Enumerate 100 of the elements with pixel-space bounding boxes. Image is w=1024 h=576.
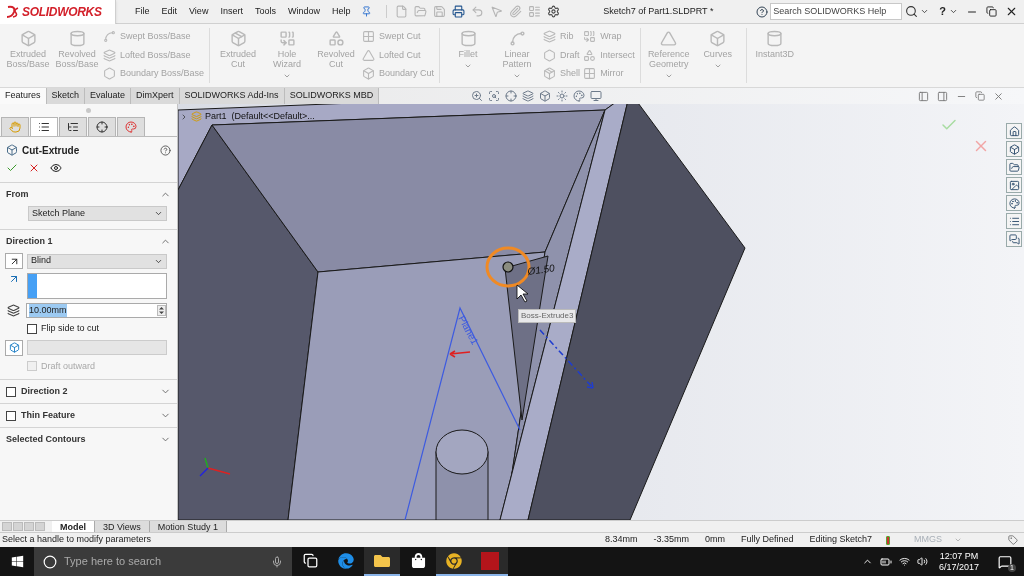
panel-left-icon[interactable] bbox=[918, 90, 929, 102]
menu-item[interactable]: File bbox=[130, 4, 155, 19]
taskbar-folder-button[interactable] bbox=[364, 547, 400, 576]
speaker-icon[interactable] bbox=[916, 556, 928, 567]
tab[interactable]: Motion Study 1 bbox=[149, 520, 227, 533]
shapes-icon bbox=[327, 30, 345, 47]
combine-icon bbox=[583, 30, 597, 44]
search-field[interactable]: Search SOLIDWORKS Help bbox=[770, 3, 903, 20]
microphone-icon[interactable] bbox=[271, 555, 283, 568]
section-header[interactable]: Thin Feature bbox=[0, 404, 177, 427]
section-title: From bbox=[6, 187, 29, 201]
sun-icon[interactable] bbox=[556, 90, 569, 102]
crosshair-icon[interactable] bbox=[505, 90, 518, 102]
search-icon[interactable] bbox=[905, 5, 919, 18]
draft-angle-field[interactable] bbox=[27, 340, 167, 355]
preview-icon[interactable] bbox=[50, 162, 62, 174]
caret-icon bbox=[664, 72, 673, 80]
tab[interactable]: Model bbox=[52, 520, 95, 533]
shopping-bag-icon bbox=[410, 553, 426, 568]
checkbox[interactable] bbox=[27, 323, 37, 334]
chat-icon bbox=[1008, 233, 1020, 245]
picture-icon bbox=[1008, 179, 1020, 191]
status-field: 0mm bbox=[704, 533, 725, 547]
caret-icon[interactable] bbox=[920, 7, 930, 16]
search-input[interactable]: Type here to search bbox=[64, 553, 264, 570]
layers-icon[interactable] bbox=[522, 90, 535, 102]
task-pane-button[interactable] bbox=[1006, 123, 1022, 139]
traffic-light-icon bbox=[886, 535, 890, 545]
cube-icon bbox=[8, 342, 20, 353]
menu-item[interactable]: Help bbox=[326, 4, 356, 19]
package-icon bbox=[543, 67, 557, 81]
taskbar-browser-button[interactable] bbox=[436, 547, 472, 576]
list-icon bbox=[38, 121, 50, 133]
cancel-icon[interactable] bbox=[28, 162, 40, 174]
panel-tab[interactable] bbox=[59, 117, 87, 136]
print-icon[interactable] bbox=[452, 5, 466, 18]
section-header[interactable]: Direction 1 bbox=[0, 230, 177, 253]
clock-date[interactable]: 6/17/2017 bbox=[938, 561, 979, 573]
ok-icon[interactable] bbox=[6, 162, 18, 174]
help-button[interactable]: ? bbox=[939, 3, 946, 20]
help-icon[interactable] bbox=[160, 144, 171, 156]
caret-icon bbox=[283, 72, 292, 80]
box-icon bbox=[709, 30, 727, 47]
taskbar-app-button[interactable] bbox=[472, 547, 508, 576]
spinner-icon[interactable] bbox=[157, 305, 166, 316]
zoom-icon[interactable] bbox=[471, 90, 484, 102]
draft-button[interactable] bbox=[5, 339, 23, 356]
tab[interactable]: DimXpert bbox=[131, 88, 180, 104]
taskbar-search-field[interactable]: Type here to search bbox=[34, 547, 292, 576]
paperclip-icon[interactable] bbox=[509, 5, 523, 18]
task-pane-button[interactable] bbox=[1006, 177, 1022, 193]
panel-tab[interactable] bbox=[30, 117, 58, 136]
tab[interactable]: Evaluate bbox=[85, 88, 132, 104]
cylinder-icon bbox=[68, 30, 86, 47]
section-header[interactable]: Selected Contours bbox=[0, 428, 177, 451]
close-icon[interactable] bbox=[1005, 5, 1018, 18]
settings-icon[interactable] bbox=[547, 5, 561, 18]
zoom-area-icon[interactable] bbox=[488, 90, 501, 102]
tab[interactable]: 3D Views bbox=[95, 520, 150, 533]
depth-field[interactable]: 10.00mm bbox=[26, 303, 167, 318]
caret-icon[interactable] bbox=[949, 7, 958, 16]
task-pane-button[interactable] bbox=[1006, 231, 1022, 247]
tag-icon[interactable] bbox=[1008, 535, 1018, 545]
task-pane-button[interactable] bbox=[1006, 195, 1022, 211]
clock-time[interactable]: 12:07 PM bbox=[939, 550, 979, 562]
tab[interactable]: SOLIDWORKS Add-Ins bbox=[179, 88, 285, 104]
tooltip: Boss-Extrude3 bbox=[518, 309, 577, 323]
help-icon[interactable] bbox=[756, 5, 769, 18]
battery-icon[interactable] bbox=[879, 555, 892, 568]
checkbox[interactable] bbox=[6, 410, 16, 421]
menu-item[interactable]: Edit bbox=[156, 4, 183, 19]
task-pane-button[interactable] bbox=[1006, 213, 1022, 229]
task-pane-button[interactable] bbox=[1006, 159, 1022, 175]
checkbox[interactable] bbox=[6, 386, 16, 397]
wifi-icon[interactable] bbox=[898, 556, 910, 567]
reverse-direction-button[interactable] bbox=[5, 253, 23, 269]
palette-icon[interactable] bbox=[573, 90, 586, 102]
tree-flyout-item[interactable]: Part1 (Default<<Default>... bbox=[205, 110, 315, 124]
section-header[interactable]: Direction 2 bbox=[0, 380, 177, 403]
restore-icon[interactable] bbox=[975, 91, 985, 101]
cube-icon[interactable] bbox=[539, 90, 552, 102]
pin-icon[interactable] bbox=[361, 6, 373, 17]
menu-item[interactable]: Tools bbox=[249, 4, 281, 19]
section-header[interactable]: From bbox=[0, 183, 177, 206]
restore-icon[interactable] bbox=[986, 6, 997, 17]
tab[interactable]: Features bbox=[0, 88, 47, 104]
panel-right-icon[interactable] bbox=[937, 90, 948, 102]
monitor-icon[interactable] bbox=[590, 90, 603, 102]
dropdown-field[interactable]: Sketch Plane bbox=[28, 206, 167, 221]
logo-text: SOLIDWORKS bbox=[22, 3, 102, 21]
menu-item[interactable]: Insert bbox=[215, 4, 248, 19]
selection-list[interactable] bbox=[27, 273, 167, 299]
tab[interactable]: Sketch bbox=[46, 88, 86, 104]
menu-item[interactable]: View bbox=[184, 4, 214, 19]
notification-icon[interactable] bbox=[998, 554, 1012, 569]
dropdown-field[interactable]: Blind bbox=[27, 253, 167, 269]
task-pane-button[interactable] bbox=[1006, 141, 1022, 157]
tab[interactable]: SOLIDWORKS MBD bbox=[284, 88, 380, 104]
circle-icon[interactable] bbox=[43, 554, 57, 569]
menu-item[interactable]: Window bbox=[282, 4, 325, 19]
